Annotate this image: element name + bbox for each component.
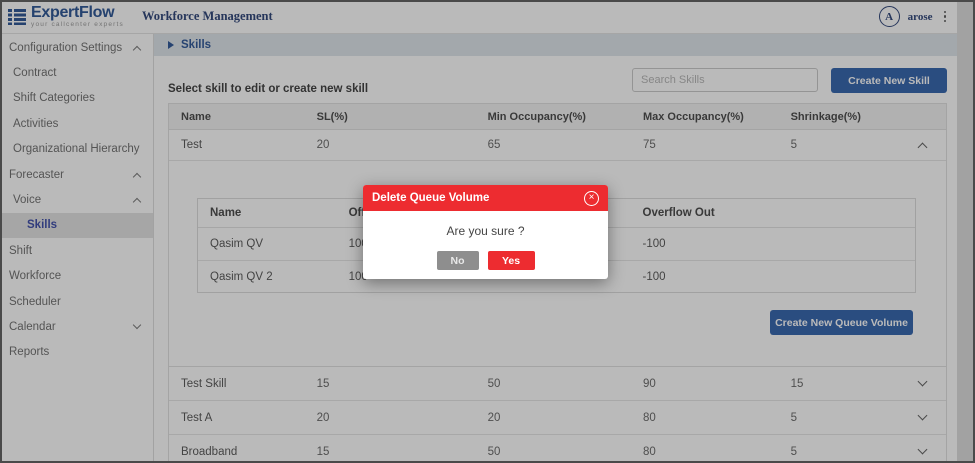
app-window: ExpertFlow your callcenter experts Workf… [0,0,975,463]
modal-title: Delete Queue Volume [372,192,489,204]
no-button[interactable]: No [437,251,479,270]
modal-header: Delete Queue Volume × [363,185,608,211]
modal-message: Are you sure ? [363,211,608,238]
close-icon[interactable]: × [584,191,599,206]
delete-queue-volume-modal: Delete Queue Volume × Are you sure ? No … [363,185,608,279]
yes-button[interactable]: Yes [488,251,535,270]
modal-actions: No Yes [363,238,608,279]
